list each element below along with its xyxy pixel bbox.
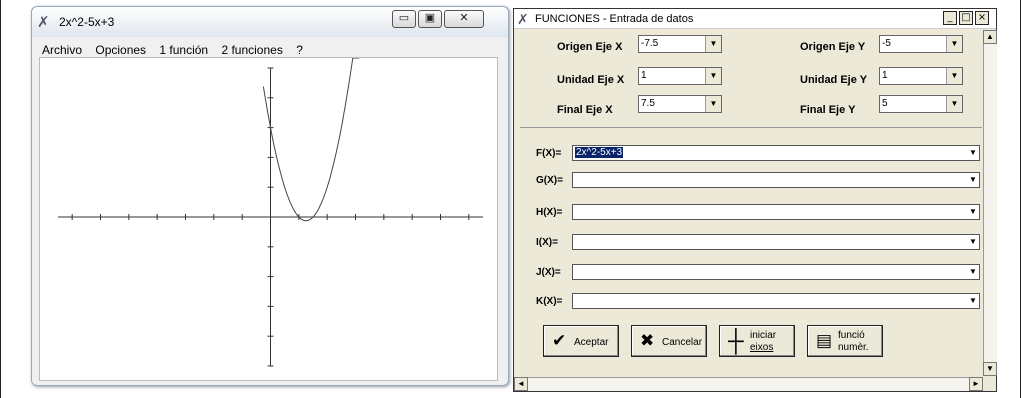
menu-opciones[interactable]: Opciones	[95, 43, 146, 57]
crosshair-icon: ┼	[728, 328, 744, 353]
menu-bar: Archivo Opciones 1 función 2 funciones ?	[37, 42, 495, 58]
functions-window: ✗ FUNCIONES - Entrada de datos _ □ × Ori…	[513, 8, 997, 392]
unit-y-value: 1	[882, 70, 888, 81]
menu-archivo[interactable]: Archivo	[42, 43, 82, 57]
chevron-down-icon[interactable]: ▼	[967, 294, 979, 308]
menu-2-funciones[interactable]: 2 funciones	[221, 43, 282, 57]
h-label: H(X)=	[536, 207, 563, 218]
scroll-up-button[interactable]: ▲	[983, 30, 997, 44]
maximize-button[interactable]: ▣	[418, 10, 442, 28]
init-axes-button[interactable]: ┼ iniciar eixos	[719, 325, 795, 357]
divider	[520, 127, 982, 128]
menu-help[interactable]: ?	[296, 43, 303, 57]
numeric-function-button[interactable]: ▤ funció numèr.	[807, 325, 883, 357]
accept-button[interactable]: ✔ Aceptar	[543, 325, 619, 357]
vertical-scrollbar[interactable]: ▲ ▼	[983, 30, 997, 376]
horizontal-scrollbar[interactable]: ◄ ►	[514, 377, 983, 391]
chevron-down-icon[interactable]: ▼	[967, 146, 979, 160]
numeric-label-2: numèr.	[838, 342, 869, 353]
minimize-button[interactable]: ▭	[392, 10, 416, 28]
menu-1-funcion[interactable]: 1 función	[159, 43, 208, 57]
origin-x-value: -7.5	[641, 38, 659, 49]
functions-titlebar[interactable]: ✗ FUNCIONES - Entrada de datos _ □ ×	[514, 9, 996, 29]
g-input[interactable]: ▼	[572, 172, 980, 188]
i-label: I(X)=	[536, 237, 558, 248]
f-input[interactable]: 2x^2-5x+3 ▼	[572, 145, 980, 161]
app-icon: ✗	[517, 11, 529, 27]
chevron-down-icon[interactable]: ▼	[967, 205, 979, 219]
f-value: 2x^2-5x+3	[575, 147, 624, 158]
functions-window-title: FUNCIONES - Entrada de datos	[535, 13, 694, 25]
page: ✗ 2x^2-5x+3 ▭ ▣ ✕ Archivo Opciones 1 fun…	[0, 0, 1021, 398]
unit-y-label: Unidad Eje Y	[800, 74, 868, 86]
chevron-down-icon[interactable]: ▼	[705, 68, 721, 84]
origin-y-label: Origen Eje Y	[800, 41, 866, 53]
accept-label: Aceptar	[574, 337, 609, 348]
maximize-button[interactable]: □	[959, 11, 973, 25]
unit-x-label: Unidad Eje X	[557, 74, 625, 86]
chevron-down-icon[interactable]: ▼	[946, 68, 962, 84]
final-y-select[interactable]: 5 ▼	[879, 95, 963, 113]
unit-x-select[interactable]: 1 ▼	[638, 67, 722, 85]
table-icon: ▤	[816, 331, 833, 350]
chevron-down-icon[interactable]: ▼	[705, 96, 721, 112]
final-x-label: Final Eje X	[557, 104, 613, 116]
cancel-label: Cancelar	[662, 337, 703, 348]
chevron-down-icon[interactable]: ▼	[967, 265, 979, 279]
graph-titlebar[interactable]: ✗ 2x^2-5x+3 ▭ ▣ ✕	[32, 7, 508, 37]
close-button[interactable]: ×	[975, 11, 989, 25]
function-curve	[262, 57, 360, 222]
chevron-down-icon[interactable]: ▼	[705, 36, 721, 52]
scroll-right-button[interactable]: ►	[969, 377, 983, 391]
i-input[interactable]: ▼	[572, 234, 980, 250]
final-y-value: 5	[882, 98, 888, 109]
final-x-select[interactable]: 7.5 ▼	[638, 95, 722, 113]
k-input[interactable]: ▼	[572, 293, 980, 309]
chevron-down-icon[interactable]: ▼	[967, 235, 979, 249]
final-x-value: 7.5	[641, 98, 655, 109]
app-icon: ✗	[37, 14, 50, 31]
numeric-label-1: funció	[838, 330, 865, 341]
j-label: J(X)=	[536, 267, 561, 278]
final-y-label: Final Eje Y	[800, 104, 856, 116]
close-button[interactable]: ✕	[444, 10, 484, 28]
x-icon: ✖	[640, 331, 655, 350]
chevron-down-icon[interactable]: ▼	[967, 173, 979, 187]
scroll-left-button[interactable]: ◄	[514, 377, 528, 391]
g-label: G(X)=	[536, 175, 563, 186]
origin-x-label: Origen Eje X	[557, 41, 623, 53]
chevron-down-icon[interactable]: ▼	[946, 96, 962, 112]
graph-window-title: 2x^2-5x+3	[59, 15, 115, 29]
k-label: K(X)=	[536, 296, 563, 307]
origin-y-value: -5	[882, 38, 891, 49]
function-plot	[58, 57, 483, 367]
init-axes-label-1: iniciar	[750, 330, 777, 341]
scroll-down-button[interactable]: ▼	[983, 362, 997, 376]
origin-x-select[interactable]: -7.5 ▼	[638, 35, 722, 53]
init-axes-label-2: eixos	[750, 342, 774, 353]
f-label: F(X)=	[536, 148, 562, 159]
unit-y-select[interactable]: 1 ▼	[879, 67, 963, 85]
h-input[interactable]: ▼	[572, 204, 980, 220]
cancel-button[interactable]: ✖ Cancelar	[631, 325, 707, 357]
chevron-down-icon[interactable]: ▼	[946, 36, 962, 52]
plot-area	[39, 57, 498, 381]
origin-y-select[interactable]: -5 ▼	[879, 35, 963, 53]
unit-x-value: 1	[641, 70, 647, 81]
j-input[interactable]: ▼	[572, 264, 980, 280]
graph-window: ✗ 2x^2-5x+3 ▭ ▣ ✕ Archivo Opciones 1 fun…	[31, 6, 509, 386]
minimize-button[interactable]: _	[943, 11, 957, 25]
check-icon: ✔	[552, 331, 567, 350]
